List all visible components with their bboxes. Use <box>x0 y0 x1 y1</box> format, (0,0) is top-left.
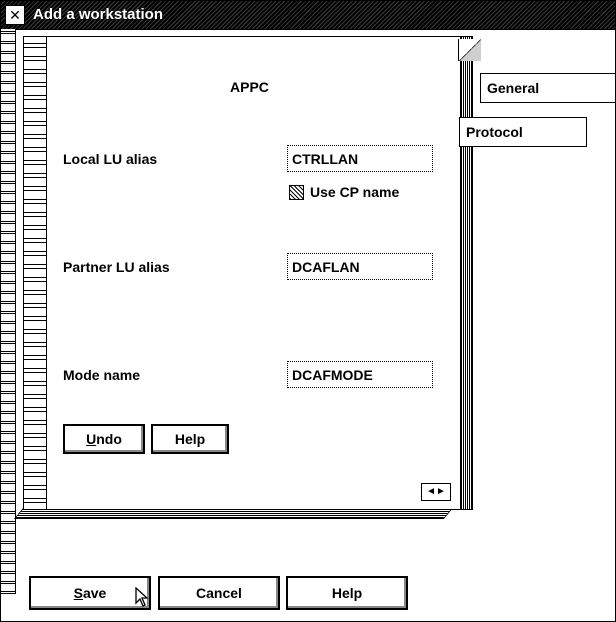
add-workstation-window: ✕ Add a workstation APPC Local LU alias … <box>0 0 616 622</box>
save-button[interactable]: Save <box>29 576 151 610</box>
use-cp-name-checkbox[interactable]: Use CP name <box>289 184 399 200</box>
notebook-page-edge-right <box>459 36 473 510</box>
mode-name-field[interactable] <box>287 361 433 388</box>
mode-name-label: Mode name <box>63 367 141 383</box>
local-lu-alias-label: Local LU alias <box>63 151 158 167</box>
tab-protocol[interactable]: Protocol <box>459 117 587 147</box>
title-bar[interactable]: ✕ Add a workstation <box>1 1 615 30</box>
tab-general[interactable]: General <box>480 73 616 103</box>
window-title: Add a workstation <box>33 6 164 23</box>
page-corner-dogear[interactable] <box>458 39 481 61</box>
local-lu-alias-field[interactable] <box>287 145 433 172</box>
notebook-binding <box>24 37 47 509</box>
page-title: APPC <box>230 79 269 95</box>
system-menu-icon[interactable]: ✕ <box>5 5 25 25</box>
mouse-cursor-icon <box>135 586 149 609</box>
use-cp-name-label: Use CP name <box>310 184 400 200</box>
partner-lu-alias-field[interactable] <box>287 253 433 280</box>
partner-lu-alias-label: Partner LU alias <box>63 259 170 275</box>
cancel-button[interactable]: Cancel <box>158 576 280 610</box>
window-frame-left <box>1 29 16 594</box>
page-help-button[interactable]: Help <box>151 424 229 454</box>
undo-button[interactable]: Undo <box>63 424 145 454</box>
help-button[interactable]: Help <box>286 576 408 610</box>
checkbox-icon[interactable] <box>289 184 304 200</box>
page-scroll-arrows-icon[interactable]: ◄► <box>421 483 451 501</box>
